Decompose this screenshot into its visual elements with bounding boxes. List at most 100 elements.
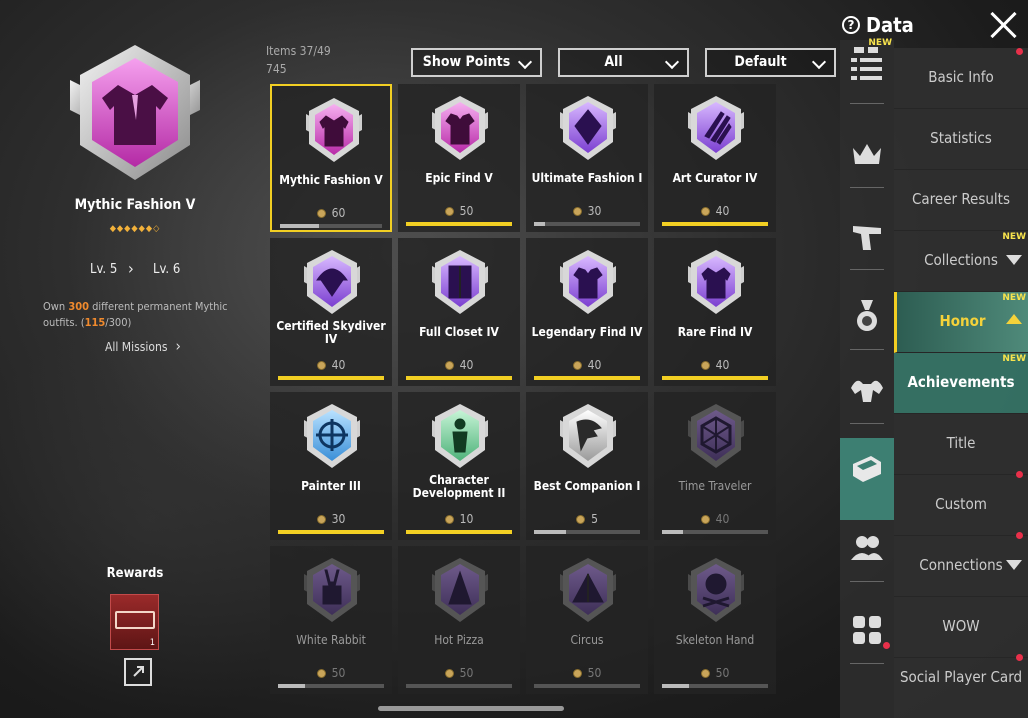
menu-item-achievements[interactable]: Achievements NEW (894, 353, 1028, 414)
sort-dropdown[interactable]: Default (705, 48, 836, 77)
achievement-name: Epic Find V (425, 171, 493, 185)
achievement-card[interactable]: Time Traveler 40 (654, 392, 776, 540)
menu-item-label: Career Results (911, 190, 1010, 208)
collapse-icon (1006, 314, 1022, 324)
progress-bar (406, 684, 512, 688)
achievement-badge-icon (685, 94, 747, 164)
progress-fill (278, 684, 305, 688)
achievement-name: Full Closet IV (419, 325, 499, 339)
achievement-points: 40 (398, 358, 520, 372)
achievement-card[interactable]: White Rabbit 50 (270, 546, 392, 694)
achievement-card[interactable]: Ultimate Fashion I 30 (526, 84, 648, 232)
achievement-name: Hot Pizza (434, 633, 484, 647)
achievement-name: Art Curator IV (672, 171, 758, 185)
progress-bar (406, 530, 512, 534)
menu-item-collections[interactable]: Collections NEW (894, 231, 1028, 292)
achievement-points: 5 (526, 512, 648, 526)
menu-item-label: Achievements (907, 373, 1015, 391)
achievement-card[interactable]: Best Companion I 5 (526, 392, 648, 540)
achievement-card[interactable]: Certified Skydiver IV 40 (270, 238, 392, 386)
progress-bar (406, 222, 512, 226)
apps-tab[interactable] (840, 600, 894, 664)
progress-bar (280, 224, 382, 228)
notification-dot (1016, 654, 1023, 661)
coin-icon (316, 361, 326, 370)
menu-item-social-player-card[interactable]: Social Player Card (894, 654, 1028, 718)
achievement-badge-icon (557, 402, 619, 472)
new-badge: NEW (1002, 232, 1026, 242)
progress-bar (662, 684, 768, 688)
menu-item-label: Social Player Card (899, 668, 1023, 686)
menu-item-statistics[interactable]: Statistics (894, 109, 1028, 170)
achievement-card[interactable]: Character Development II 10 (398, 392, 520, 540)
friends-tab[interactable] (840, 518, 894, 582)
achievement-name: White Rabbit (296, 633, 366, 647)
notification-dot (1016, 532, 1023, 539)
expand-icon (1006, 255, 1022, 265)
achievement-name: Character Development II (412, 473, 506, 500)
strength-tab[interactable] (840, 360, 894, 424)
achievement-description: Own 300 different permanent Mythic outfi… (43, 300, 228, 329)
progress-bar (662, 530, 768, 534)
achievement-card[interactable]: Circus 50 (526, 546, 648, 694)
coin-icon (444, 207, 454, 216)
achievement-badge-icon (429, 556, 491, 626)
menu-item-title[interactable]: Title (894, 414, 1028, 475)
collection-stats: Items 37/49 745 (266, 44, 331, 80)
achievement-badge-icon (557, 94, 619, 164)
pistol-tab[interactable] (840, 206, 894, 270)
achievement-card[interactable]: Mythic Fashion V 60 (270, 84, 392, 232)
close-icon[interactable] (988, 10, 1018, 40)
progress-bar (534, 376, 640, 380)
honor-tab[interactable] (840, 438, 894, 520)
achievement-card[interactable]: Legendary Find IV 40 (526, 238, 648, 386)
menu-item-honor[interactable]: Honor NEW (894, 292, 1028, 353)
show-points-dropdown[interactable]: Show Points (411, 48, 542, 77)
achievement-badge-icon (301, 402, 363, 472)
menu-item-career-results[interactable]: Career Results (894, 170, 1028, 231)
coin-icon (700, 515, 710, 524)
help-icon[interactable]: ? (842, 16, 860, 34)
level-dots: ◆◆◆◆◆◆◇ (109, 224, 161, 234)
achievement-card[interactable]: Skeleton Hand 50 (654, 546, 776, 694)
achievement-card[interactable]: Full Closet IV 40 (398, 238, 520, 386)
achievement-points: 40 (654, 204, 776, 218)
menu-item-label: Title (946, 434, 976, 452)
menu-item-connections[interactable]: Connections (894, 532, 1028, 597)
progress-bar (534, 222, 640, 226)
achievement-badge-icon (303, 96, 365, 166)
crown-tab[interactable] (840, 124, 894, 188)
category-dropdown[interactable]: All (558, 48, 689, 77)
menu-item-custom[interactable]: Custom (894, 471, 1028, 536)
horizontal-scrollbar[interactable] (378, 706, 564, 711)
share-icon[interactable] (124, 658, 152, 686)
achievement-points: 30 (270, 512, 392, 526)
menu-item-label: Statistics (930, 129, 992, 147)
reward-item[interactable]: 1 (110, 594, 159, 650)
achievement-name: Best Companion I (533, 479, 641, 493)
menu-item-basic-info[interactable]: Basic Info (894, 48, 1028, 109)
expand-icon (1006, 560, 1022, 570)
achievement-badge-icon (429, 402, 491, 472)
achievement-card[interactable]: Epic Find V 50 (398, 84, 520, 232)
achievement-card[interactable]: Art Curator IV 40 (654, 84, 776, 232)
data-label[interactable]: Data (866, 13, 914, 37)
achievement-badge-icon (557, 556, 619, 626)
progress-fill (662, 684, 689, 688)
achievement-name: Rare Find IV (677, 325, 753, 339)
coin-icon (444, 361, 454, 370)
notification-dot (883, 642, 890, 649)
achievement-card[interactable]: Painter III 30 (270, 392, 392, 540)
chevron-down-icon (811, 54, 827, 70)
all-missions-link[interactable]: All Missions › (105, 337, 181, 355)
mythic-fashion-badge-icon (70, 45, 200, 180)
profile-menu: Basic Info Statistics Career Results Collec… (894, 48, 1028, 718)
achievement-card[interactable]: Rare Find IV 40 (654, 238, 776, 386)
progress-fill (406, 530, 512, 534)
achievement-card[interactable]: Hot Pizza 50 (398, 546, 520, 694)
progress-fill (406, 222, 512, 226)
progress-bar (278, 684, 384, 688)
menu-item-wow[interactable]: WOW (894, 597, 1028, 658)
chevron-down-icon (664, 54, 680, 70)
medal-tab[interactable] (840, 286, 894, 350)
